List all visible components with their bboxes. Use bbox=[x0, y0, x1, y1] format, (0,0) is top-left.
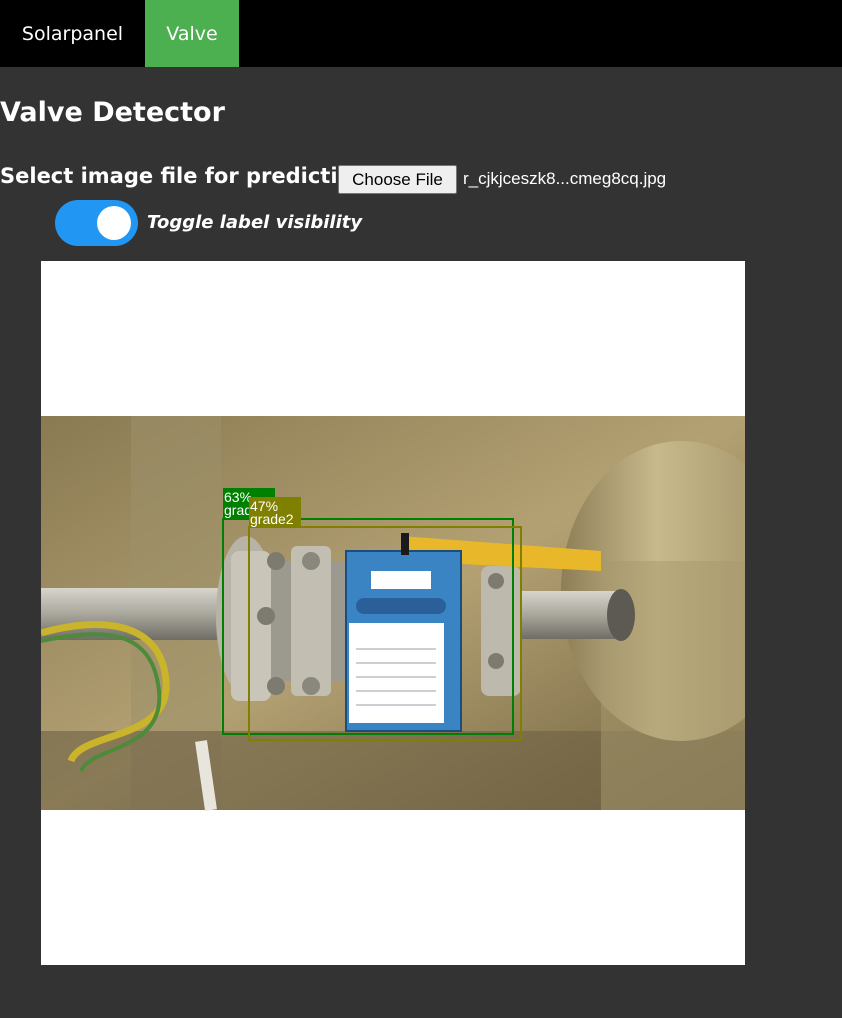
toggle-knob bbox=[97, 206, 131, 240]
page-title: Valve Detector bbox=[0, 97, 225, 128]
selected-file-name: r_cjkjceszk8...cmeg8cq.jpg bbox=[463, 169, 667, 188]
valve-photo: 63% grade2 47% grade2 bbox=[41, 416, 745, 811]
file-input-label: Select image file for prediction: bbox=[0, 164, 376, 188]
prediction-canvas: 63% grade2 47% grade2 bbox=[41, 261, 745, 965]
top-nav: Solarpanel Valve bbox=[0, 0, 842, 67]
nav-tab-solarpanel[interactable]: Solarpanel bbox=[0, 0, 145, 67]
detection-2-label: grade2 bbox=[250, 511, 294, 527]
label-visibility-toggle[interactable] bbox=[55, 200, 138, 246]
choose-file-button[interactable]: Choose File bbox=[338, 165, 457, 194]
toggle-label: Toggle label visibility bbox=[147, 212, 363, 233]
nav-tab-valve[interactable]: Valve bbox=[145, 0, 239, 67]
